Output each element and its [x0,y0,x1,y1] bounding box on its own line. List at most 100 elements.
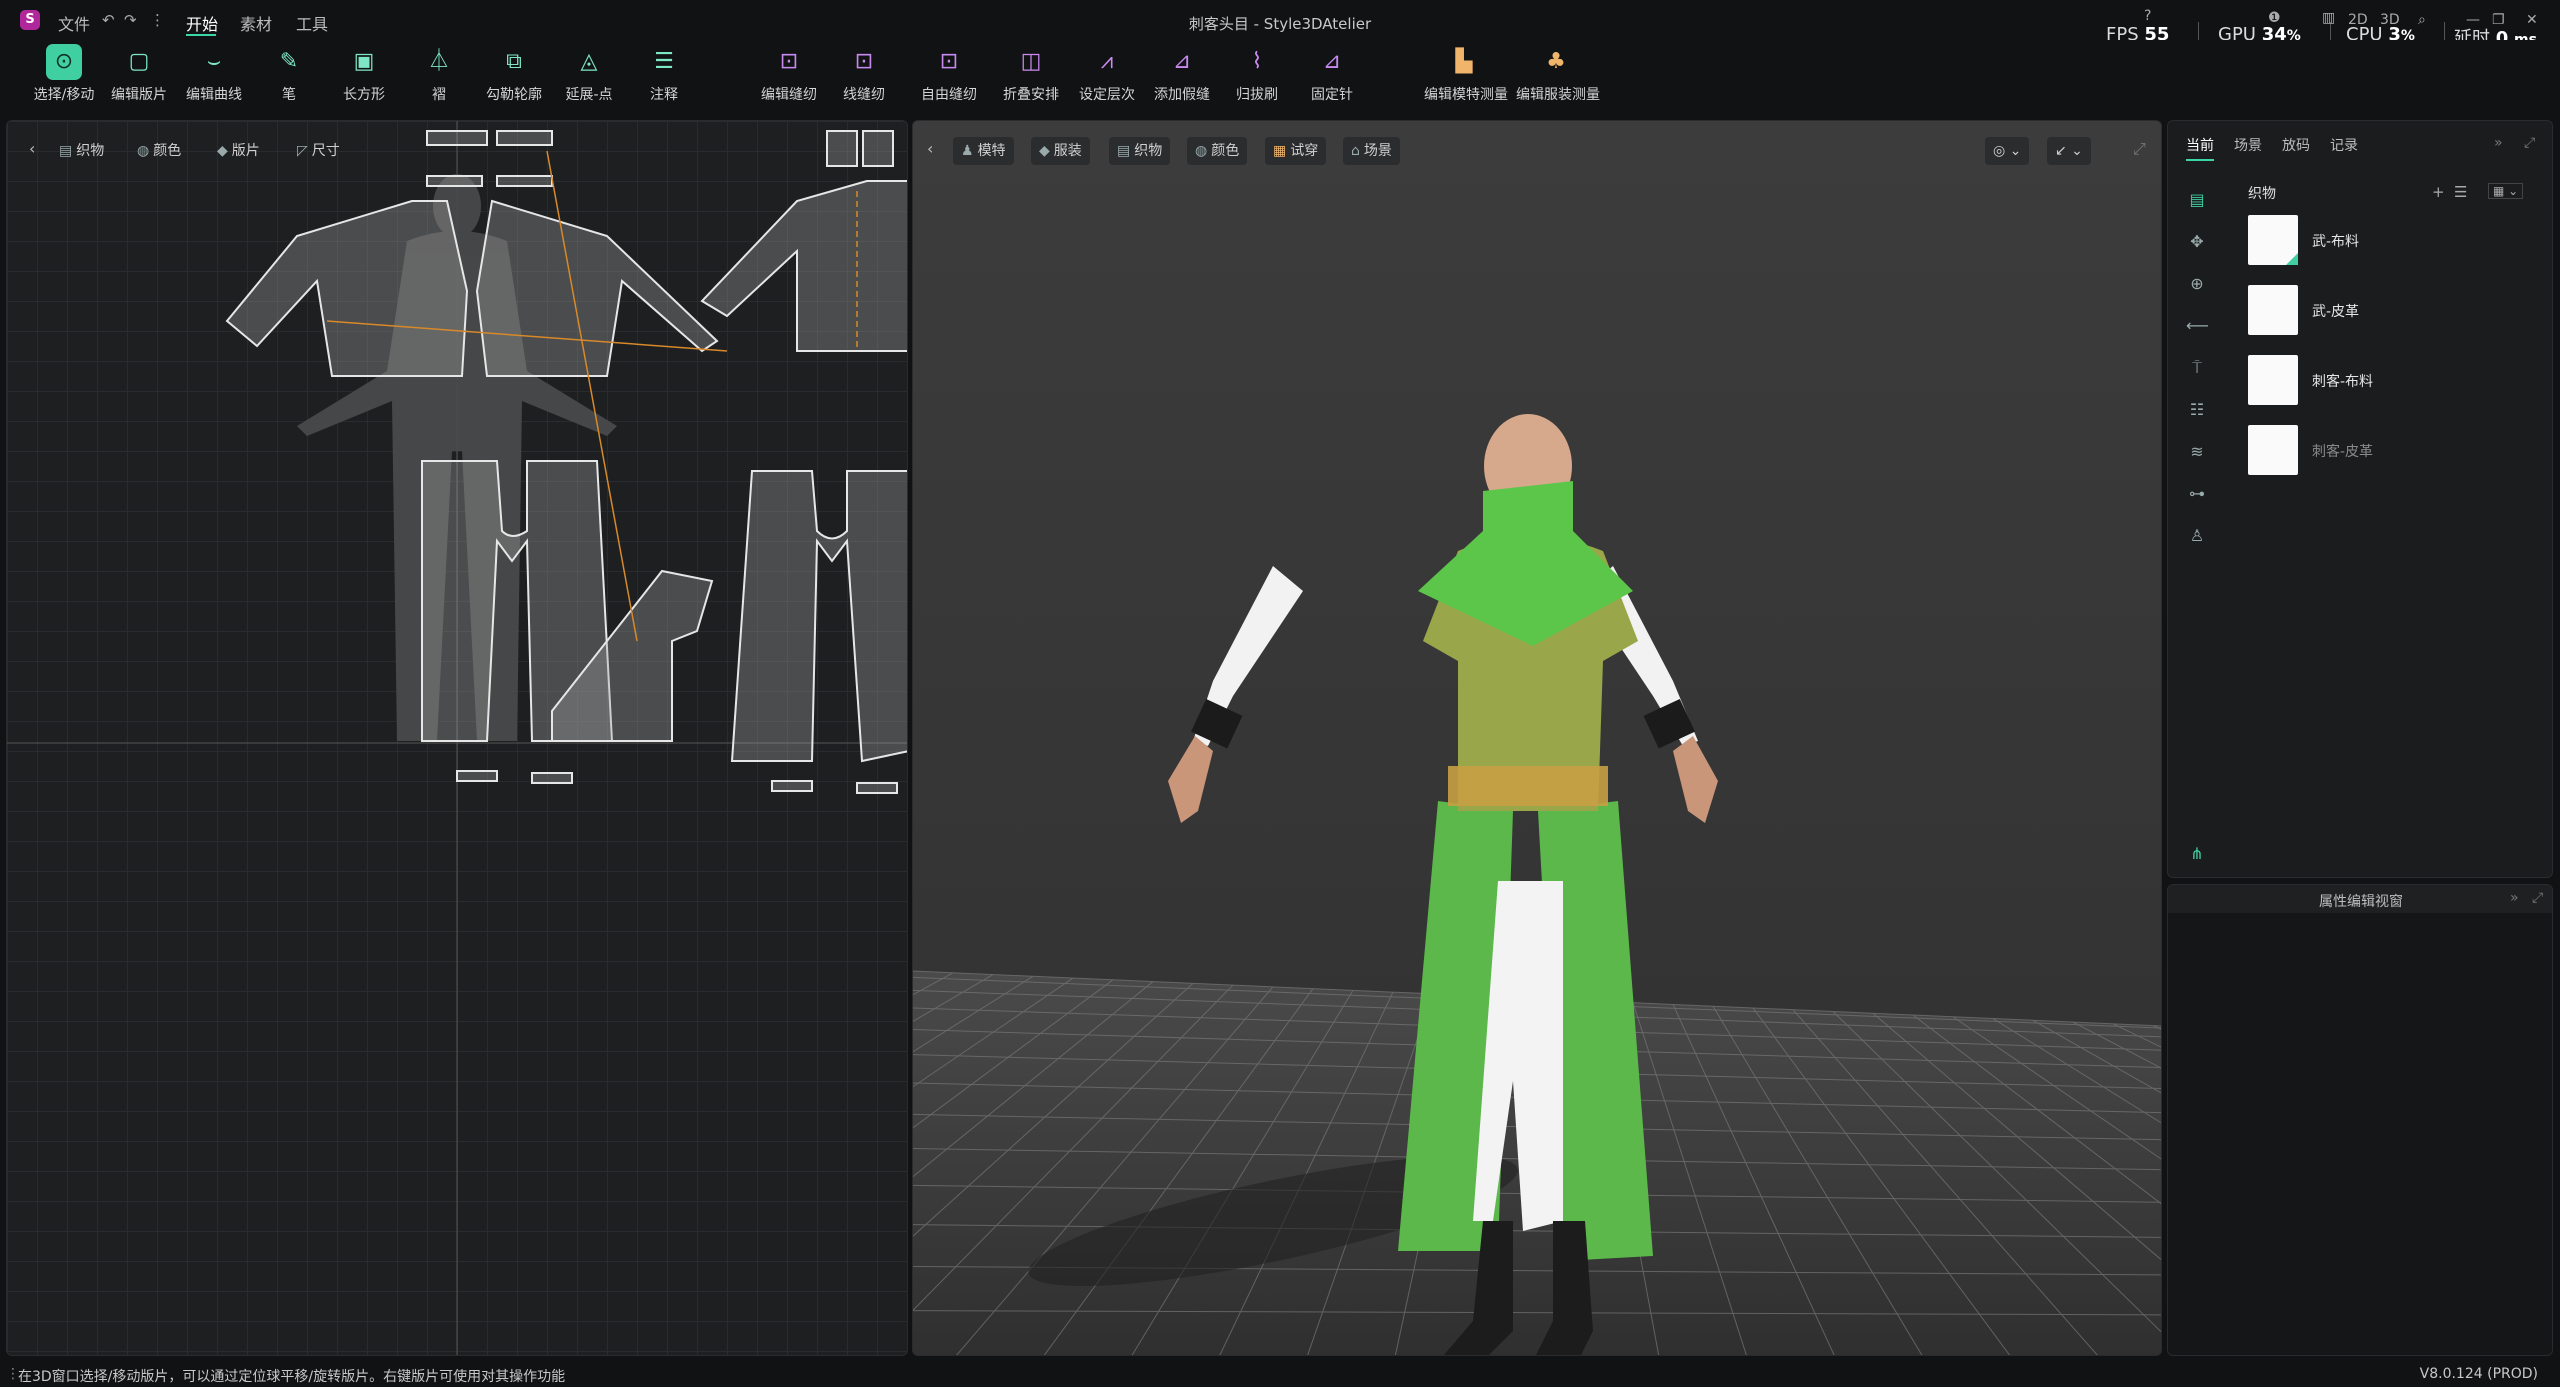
tool-select-move[interactable]: ⊙ 选择/移动 [24,40,104,106]
tab-current[interactable]: 当前 [2186,135,2214,155]
mode-2d-button[interactable]: 2D [2348,12,2368,28]
tool-trace-outline[interactable]: ⧉ 勾勒轮廓 [474,40,554,106]
pattern-piece-small[interactable] [826,130,858,167]
view-subtool-avatar[interactable]: ♟ 模特 [953,137,1014,165]
tab-grading[interactable]: 放码 [2282,135,2310,155]
piece-icon: ◆ [217,143,228,159]
maximize-icon[interactable]: ❐ [2492,12,2505,28]
pattern-piece-strip[interactable] [771,780,813,792]
view-mode-dropdown[interactable]: ◎ ⌄ [1985,137,2030,165]
tool-fold-arrange[interactable]: ◫ 折叠安排 [991,40,1071,106]
tool-edit-curve[interactable]: ⌣ 编辑曲线 [174,40,254,106]
expand-view-icon[interactable]: ⤢ [2133,139,2146,159]
redo-icon[interactable]: ↷ [124,11,137,29]
tool-free-sewing[interactable]: ⊡ 自由缝纫 [909,40,989,106]
render-mode-icon: ↙ ⌄ [2055,143,2083,159]
menu-tools[interactable]: 工具 [296,11,328,35]
grid-view-dropdown[interactable]: ▦ ⌄ [2488,183,2524,199]
collapse-left-icon[interactable]: ‹ [29,139,35,158]
more-icon[interactable]: ⋮ [150,11,165,29]
tool-garment-measure[interactable]: ♣ 编辑服装测量 [1516,40,1600,106]
fabric-item[interactable]: 武-皮革 [2248,285,2538,341]
view-subtool-color[interactable]: ◍ 颜色 [1187,137,1248,165]
tool-pen[interactable]: ✎ 笔 [249,40,329,106]
garment-measure-icon: ♣ [1546,49,1566,74]
tool-avatar-measure[interactable]: ▙ 编辑模特测量 [1424,40,1508,106]
close-icon[interactable]: ✕ [2526,12,2538,28]
tool-extend-point[interactable]: ◬ 延展-点 [549,40,629,106]
pattern-piece-strip[interactable] [426,130,488,146]
menu-material[interactable]: 素材 [240,11,272,35]
pattern-subtool-color[interactable]: ◍ 颜色 [129,137,189,165]
tab-history[interactable]: 记录 [2330,135,2358,155]
tab-scene[interactable]: 场景 [2234,135,2262,155]
pattern-pieces[interactable] [225,130,908,794]
fabric-item[interactable]: 刺客-布料 [2248,355,2538,411]
tool-edit-sewing[interactable]: ⊡ 编辑缝纫 [749,40,829,106]
view-3d-panel[interactable]: ‹ ♟ 模特 ◆ 服装 ▤ 织物 ◍ 颜色 ▦ 试穿 ⌂ 场景 ◎ ⌄ ↙ ⌄ ⤢ [912,120,2162,1356]
tool-pin[interactable]: ⊿ 固定针 [1292,40,1372,106]
pattern-piece-strip[interactable] [456,770,498,782]
avatar-list-icon[interactable]: ♙ [2186,525,2208,547]
collapse-left-icon[interactable]: ‹ [927,139,933,158]
tool-pleat[interactable]: ⏃ 褶 [399,40,479,106]
material-icon[interactable]: ✥ [2186,231,2208,253]
help-icon[interactable]: ? [2144,8,2151,24]
pattern-piece-strip[interactable] [531,772,573,784]
collapse-panel-icon[interactable]: » [2510,890,2519,906]
pattern-canvas[interactable] [7,121,908,1356]
pattern-piece-small[interactable] [862,130,894,167]
view-subtool-scene[interactable]: ⌂ 场景 [1343,137,1400,165]
view-subtool-garment[interactable]: ◆ 服装 [1031,137,1090,165]
button-icon[interactable]: ⊕ [2186,273,2208,295]
collapse-panel-icon[interactable]: » [2494,135,2503,151]
status-message: 在3D窗口选择/移动版片，可以通过定位球平移/旋转版片。右键版片可使用对其操作功… [18,1369,566,1385]
belt-sash[interactable] [1448,766,1608,806]
tool-add-tack[interactable]: ⊿ 添加假缝 [1142,40,1222,106]
tool-edit-pattern[interactable]: ▢ 编辑版片 [99,40,179,106]
tool-shrink-brush[interactable]: ⌇ 归拔刷 [1217,40,1297,106]
app-logo[interactable]: S [20,10,40,30]
trim-icon[interactable]: ⍑ [2186,357,2208,379]
render-mode-dropdown[interactable]: ↙ ⌄ [2047,137,2091,165]
tool-set-layer[interactable]: ⩘ 设定层次 [1067,40,1147,106]
mode-3d-button[interactable]: 3D [2380,12,2400,28]
list-view-icon[interactable]: ☰ [2454,183,2467,201]
hierarchy-icon[interactable]: ⋔ [2186,843,2208,865]
pattern-subtool-piece[interactable]: ◆ 版片 [209,137,268,165]
view-subtool-tryon[interactable]: ▦ 试穿 [1265,137,1327,165]
tool-rectangle[interactable]: ▣ 长方形 [324,40,404,106]
3d-scene[interactable] [913,121,2162,1356]
search-icon[interactable]: ⌕ [2418,12,2426,28]
pattern-piece-strip[interactable] [856,782,898,794]
fabric-list-icon[interactable]: ▤ [2186,189,2208,211]
fabric-item[interactable]: 刺客-皮革 [2248,425,2538,481]
binding-icon[interactable]: ⊶ [2186,483,2208,505]
expand-panel-icon[interactable]: ⤢ [2532,890,2543,906]
pattern-piece-front-right[interactable] [475,199,719,377]
view-subtool-fabric[interactable]: ▤ 织物 [1109,137,1171,165]
tool-line-sewing[interactable]: ⊡ 线缝纫 [824,40,904,106]
menu-start[interactable]: 开始 [186,11,218,35]
pattern-piece-pants-back[interactable] [730,470,908,763]
expand-panel-icon[interactable]: ⤢ [2524,135,2535,151]
undo-icon[interactable]: ↶ [102,11,115,29]
pattern-subtool-fabric[interactable]: ▤ 织物 [51,137,112,165]
add-icon[interactable]: + [2432,183,2445,201]
pattern-piece-strip[interactable] [496,175,553,187]
zipper-icon[interactable]: ⟵ [2186,315,2209,337]
pattern-2d-panel[interactable]: ‹ ▤ 织物 ◍ 颜色 ◆ 版片 ◸ 尺寸 [6,120,908,1356]
subtool-label: 模特 [977,143,1006,159]
pattern-piece-front-left[interactable] [225,200,469,377]
pattern-piece-strip[interactable] [496,130,553,146]
minimize-icon[interactable]: — [2466,12,2480,28]
stitch-icon[interactable]: ☷ [2186,399,2208,421]
pattern-piece-strip[interactable] [426,175,483,187]
menu-file[interactable]: 文件 [58,11,90,35]
fabric-item[interactable]: 武-布料 [2248,215,2538,271]
tool-annotation[interactable]: ☰ 注释 [624,40,704,106]
pattern-piece-back[interactable] [700,180,908,352]
pattern-subtool-size[interactable]: ◸ 尺寸 [289,137,348,165]
panel-layout-icon[interactable]: ▥ [2322,10,2335,26]
topstitch-icon[interactable]: ≋ [2186,441,2208,463]
